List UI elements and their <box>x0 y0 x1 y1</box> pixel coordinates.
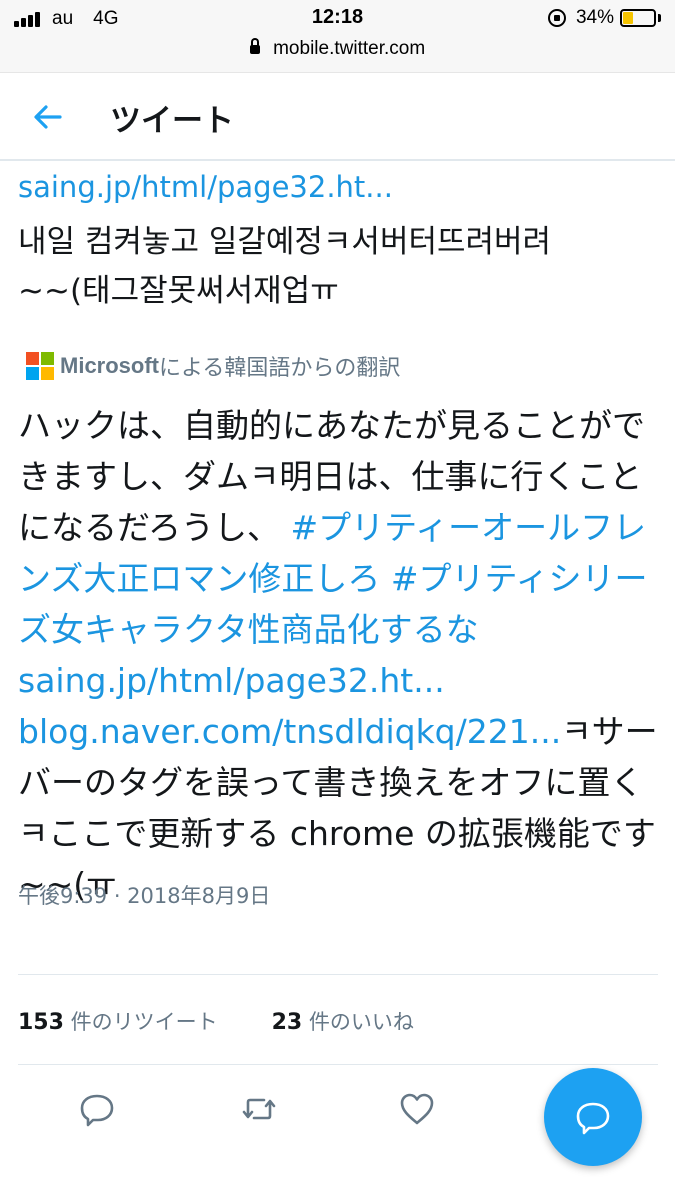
retweets-stat[interactable]: 153 件のリツイート <box>18 1006 218 1036</box>
translation-attribution: Microsoft による韓国語からの翻訳 <box>26 350 400 382</box>
status-bar: au 4G 12:18 34% <box>0 0 675 36</box>
reply-icon[interactable] <box>78 1090 116 1128</box>
status-right: 34% <box>547 7 661 29</box>
translation-label: による韓国語からの翻訳 <box>159 356 401 381</box>
url-link[interactable]: blog.naver.com/tnsdldiqkq/221... <box>18 712 561 751</box>
microsoft-logo-icon <box>26 352 54 380</box>
original-text-line-1: 내일 컴켜놓고 일갈예정ㅋ서버터뜨려버려 <box>18 224 552 260</box>
likes-label: 件のいいね <box>302 1010 414 1034</box>
original-text-line-2: ~~(태그잘못써서재업ㅠ <box>18 273 339 309</box>
heart-icon[interactable] <box>398 1090 436 1128</box>
compose-button[interactable] <box>544 1068 642 1166</box>
divider <box>18 1064 658 1065</box>
battery-percent: 34% <box>575 7 614 28</box>
lock-icon <box>249 38 260 54</box>
battery-fill <box>623 12 633 24</box>
url-link[interactable]: saing.jp/html/page32.ht... <box>18 661 445 700</box>
page-header: ツイート <box>0 73 675 161</box>
original-link[interactable]: saing.jp/html/page32.ht... <box>18 170 393 204</box>
battery-icon <box>620 9 656 27</box>
compose-icon <box>576 1102 610 1135</box>
retweet-icon[interactable] <box>240 1090 278 1128</box>
battery-cap <box>658 14 661 22</box>
browser-url-bar[interactable]: mobile.twitter.com <box>0 36 675 73</box>
translation-brand: Microsoft <box>60 353 159 378</box>
rotation-lock-icon <box>547 9 566 27</box>
likes-count: 23 <box>271 1010 303 1035</box>
text-space <box>380 559 391 598</box>
divider <box>18 974 658 975</box>
tweet-stats: 153 件のリツイート 23 件のいいね <box>18 1006 468 1036</box>
likes-stat[interactable]: 23 件のいいね <box>272 1006 414 1036</box>
original-tweet-text: 내일 컴켜놓고 일갈예정ㅋ서버터뜨려버려 ~~(태그잘못써서재업ㅠ <box>18 218 658 316</box>
arrow-left-icon[interactable] <box>30 99 66 135</box>
url-text[interactable]: mobile.twitter.com <box>273 38 425 59</box>
translated-tweet-text: ハックは、自動的にあなたが見ることができますし、ダムㅋ明日は、仕事に行くことにな… <box>18 400 668 910</box>
retweets-count: 153 <box>18 1010 64 1035</box>
page-title: ツイート <box>110 103 234 139</box>
retweets-label: 件のリツイート <box>63 1010 218 1034</box>
tweet-timestamp[interactable]: 午後9:39 · 2018年8月9日 <box>18 880 270 910</box>
